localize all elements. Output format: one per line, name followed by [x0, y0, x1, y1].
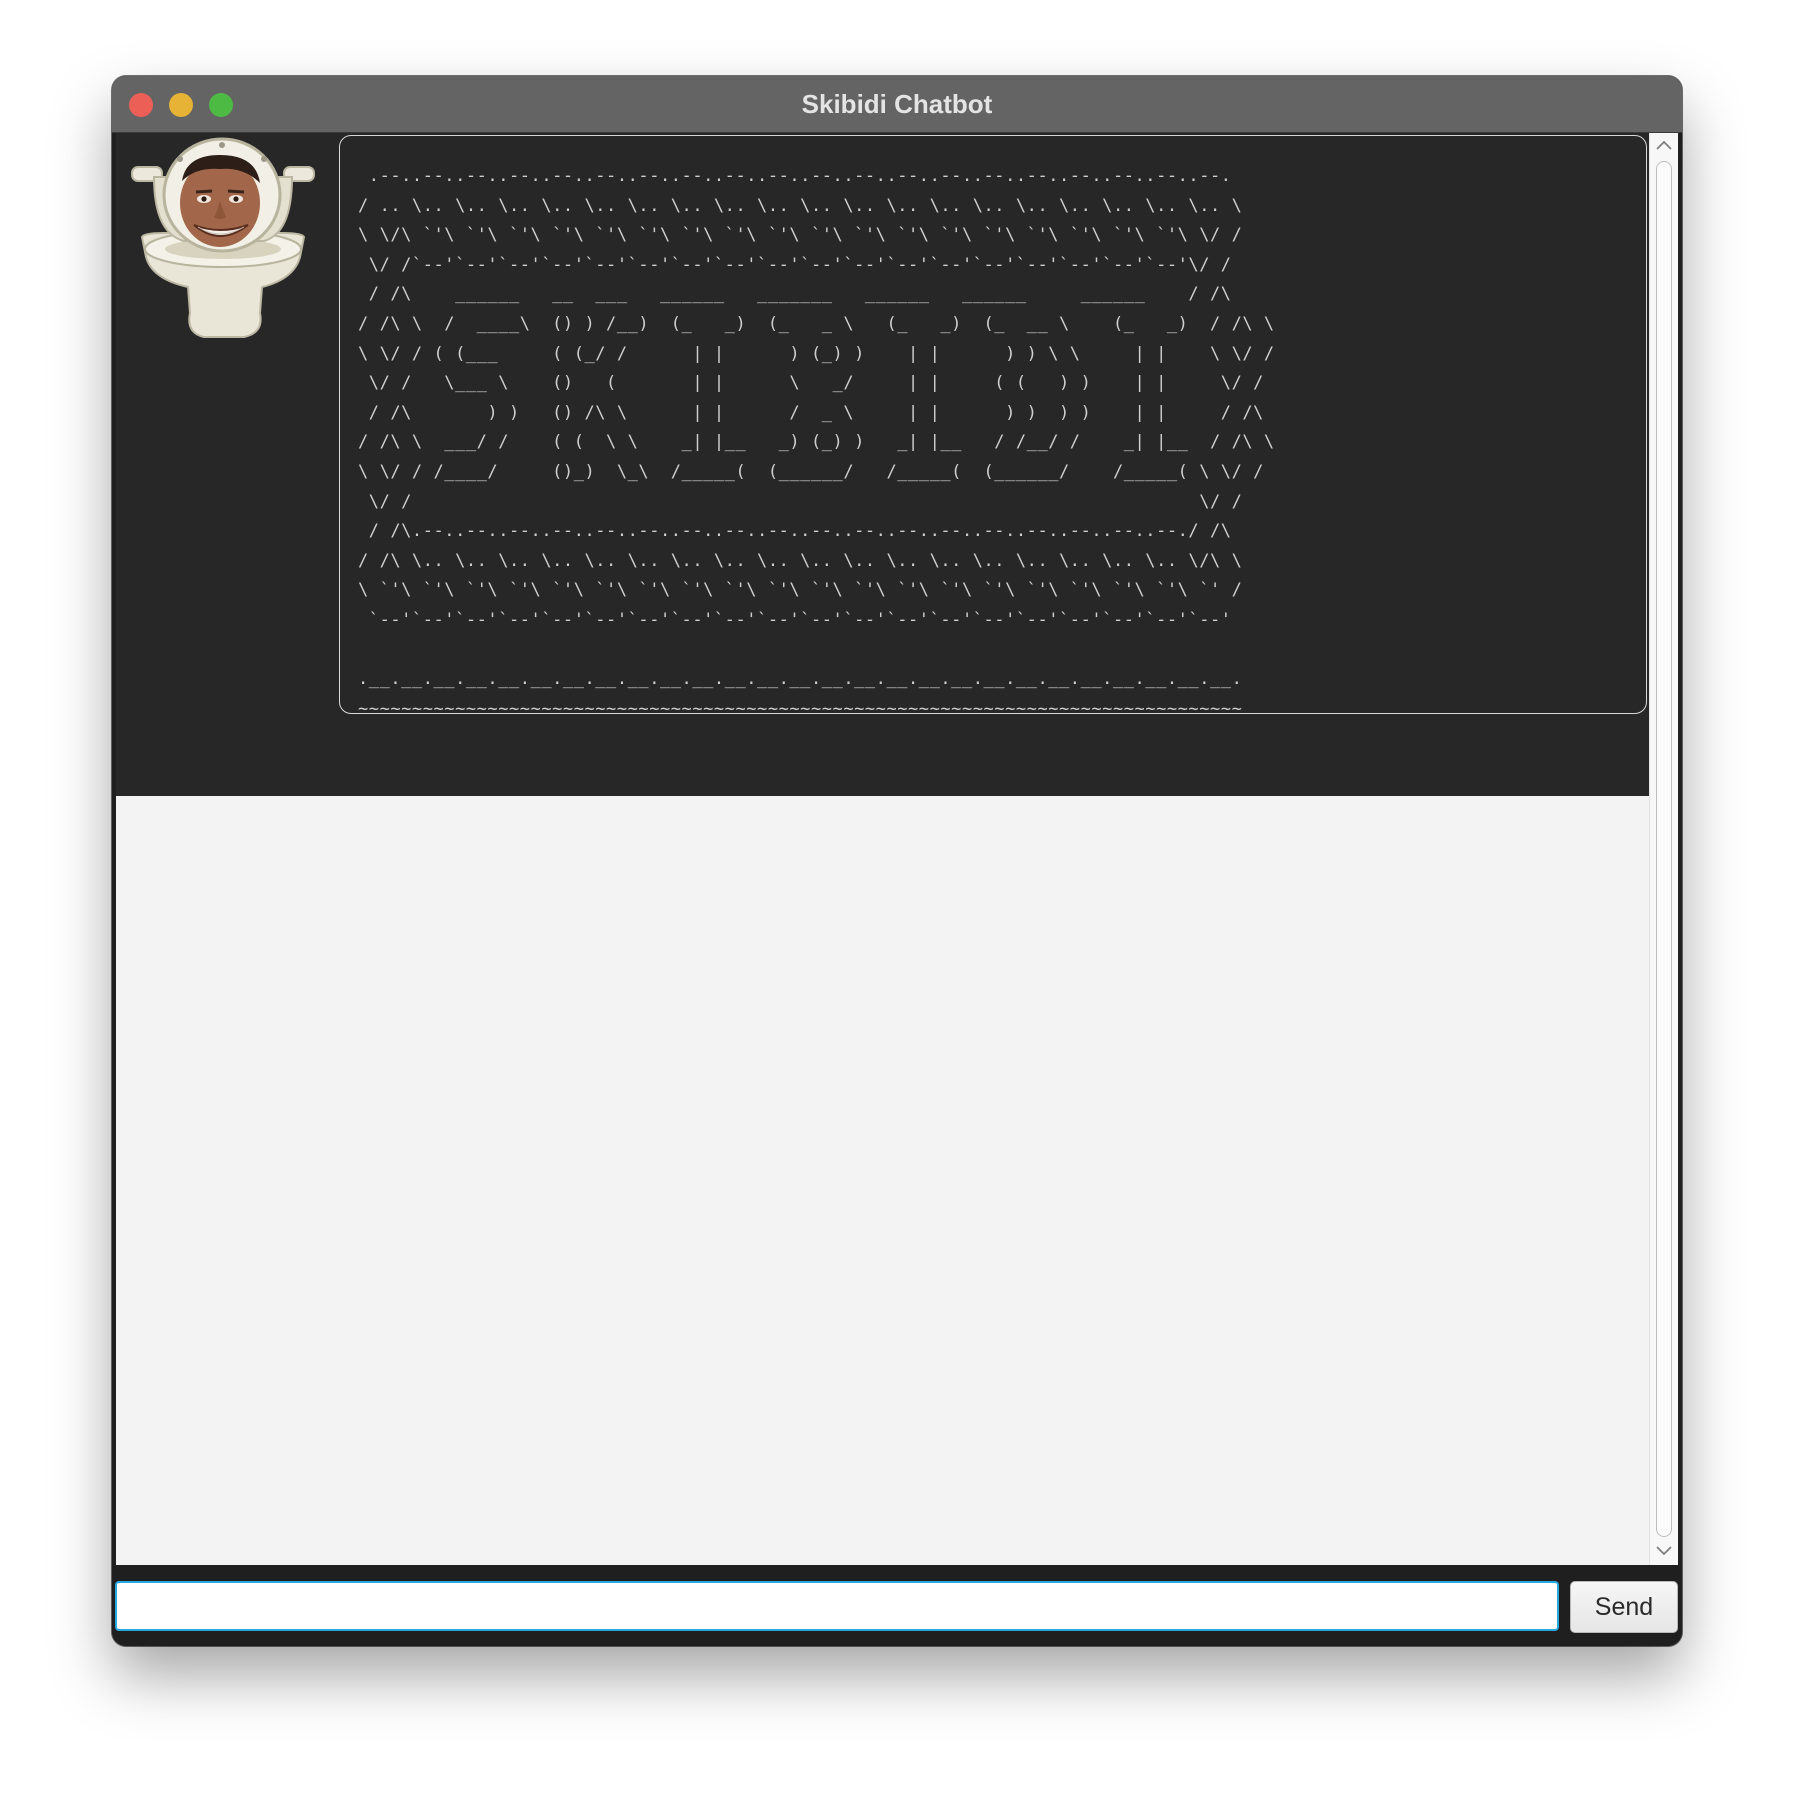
chevron-down-icon[interactable]: [1650, 1541, 1678, 1563]
send-button[interactable]: Send: [1570, 1581, 1678, 1633]
user-input-field[interactable]: [115, 1581, 1559, 1631]
dialog-container: .--..--..--..--..--..--..--..--..--..--.…: [116, 133, 1650, 1565]
title-bar[interactable]: Skibidi Chatbot: [112, 76, 1682, 133]
vertical-scrollbar[interactable]: [1649, 133, 1678, 1565]
bot-dialog-box: .--..--..--..--..--..--..--..--..--..--.…: [116, 133, 1650, 796]
skibidi-toilet-avatar-icon: [124, 137, 320, 343]
chat-scroll-pane[interactable]: .--..--..--..--..--..--..--..--..--..--.…: [116, 133, 1678, 1565]
scrollbar-thumb[interactable]: [1656, 161, 1672, 1537]
app-window: Skibidi Chatbot .--..--..--..--..--..--.…: [112, 76, 1682, 1646]
input-bar: Send: [112, 1565, 1682, 1646]
skibidi-ascii-art: .--..--..--..--..--..--..--..--..--..--.…: [358, 166, 1275, 714]
window-title: Skibidi Chatbot: [801, 89, 993, 119]
bot-message-bubble: .--..--..--..--..--..--..--..--..--..--.…: [339, 135, 1647, 714]
chevron-up-icon[interactable]: [1650, 135, 1678, 157]
